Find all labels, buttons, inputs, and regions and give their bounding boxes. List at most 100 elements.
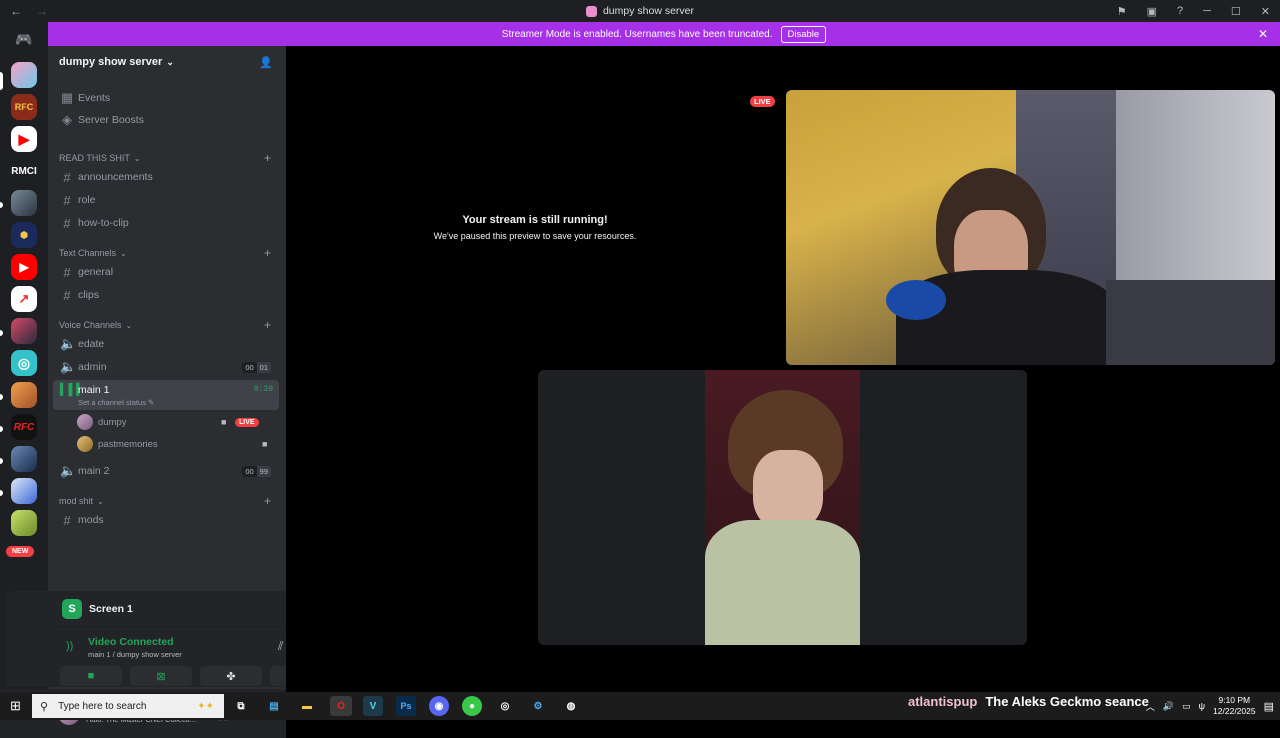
category-mod[interactable]: mod shit ⌄ +: [53, 494, 279, 508]
server-icon-1[interactable]: [11, 62, 37, 88]
flag-icon[interactable]: ⚑: [1117, 5, 1127, 18]
add-channel-icon[interactable]: +: [264, 246, 271, 260]
events-item[interactable]: ▦ Events: [53, 87, 279, 109]
channel-clips[interactable]: # clips: [53, 284, 279, 306]
app-icon-store[interactable]: ▤: [264, 696, 284, 716]
server-icon-rmci[interactable]: RMCI: [11, 158, 37, 184]
window-controls: ⚑ ▣ ? ─ ☐ ✕: [1117, 5, 1270, 18]
discord-icon[interactable]: ◉: [429, 696, 449, 716]
server-icon-green[interactable]: [11, 510, 37, 536]
channel-general[interactable]: # general: [53, 261, 279, 283]
speaker-icon: 🔈: [60, 463, 77, 478]
hash-icon: #: [63, 215, 71, 231]
server-icon-rfc[interactable]: RFC: [11, 94, 37, 120]
sparkle-icon: ✦✦: [197, 700, 214, 712]
screen-share-button[interactable]: ⊠: [130, 666, 192, 686]
window-title: dumpy show server: [0, 5, 1280, 17]
task-view-icon[interactable]: ⧉: [231, 696, 251, 716]
obs-icon[interactable]: ◎: [495, 696, 515, 716]
steam-icon[interactable]: ⚙: [528, 696, 548, 716]
server-icon-youtube-2[interactable]: ▶: [11, 254, 37, 280]
new-badge: NEW: [6, 546, 35, 557]
volume-icon[interactable]: 🔊: [1163, 701, 1174, 712]
add-person-icon[interactable]: 👤: [259, 56, 273, 69]
server-icon-youtube[interactable]: ▶: [11, 126, 37, 152]
events-label: Events: [78, 92, 111, 104]
server-header[interactable]: dumpy show server ⌄ 👤: [48, 46, 286, 78]
home-button[interactable]: 🎮: [11, 26, 37, 52]
user-limit-pill: 00 99: [242, 465, 271, 477]
unread-indicator-3: [0, 394, 3, 400]
channel-status[interactable]: Set a channel status ✎: [78, 398, 154, 407]
activities-button[interactable]: ✤: [200, 666, 262, 686]
hash-icon: #: [63, 264, 71, 280]
server-icon-chart[interactable]: ↗: [11, 286, 37, 312]
minimize-button[interactable]: ─: [1203, 5, 1211, 17]
unread-indicator: [0, 202, 3, 208]
server-icon-anime[interactable]: [11, 318, 37, 344]
clock[interactable]: 9:10 PM 12/22/2025: [1213, 695, 1256, 717]
server-icon-shoe[interactable]: [11, 478, 37, 504]
taskbar-search[interactable]: ⚲ Type here to search ✦✦: [32, 694, 224, 718]
chevron-down-icon: ⌄: [97, 496, 104, 506]
add-channel-icon[interactable]: +: [264, 318, 271, 332]
maximize-button[interactable]: ☐: [1231, 5, 1241, 18]
network-icon[interactable]: ▭: [1182, 701, 1191, 712]
unread-indicator-4: [0, 426, 3, 432]
voice-user-dumpy[interactable]: dumpy ■ LIVE: [77, 412, 259, 432]
participant-video-tile[interactable]: [538, 370, 1027, 645]
close-icon[interactable]: ✕: [1258, 27, 1268, 41]
boost-icon: ◈: [62, 112, 72, 127]
file-explorer-icon[interactable]: ▬: [297, 696, 317, 716]
opera-icon[interactable]: O: [330, 696, 352, 716]
connection-status[interactable]: Video Connected: [88, 636, 174, 648]
clock-time: 9:10 PM: [1218, 695, 1251, 705]
channel-announcements[interactable]: # announcements: [53, 166, 279, 188]
category-read[interactable]: READ THIS SHIT ⌄ +: [53, 151, 279, 165]
now-playing-ticker: atlantispup The Aleks Geckmo seance: [908, 694, 1149, 709]
server-boosts-item[interactable]: ◈ Server Boosts: [53, 109, 279, 131]
stream-video-tile[interactable]: [786, 90, 1275, 365]
channel-mods[interactable]: # mods: [53, 509, 279, 531]
category-voice[interactable]: Voice Channels ⌄ +: [53, 318, 279, 332]
channel-role[interactable]: # role: [53, 189, 279, 211]
server-icon: [585, 5, 597, 17]
channel-main-1[interactable]: ▍▌▍ main 1 0:39 Set a channel status ✎: [53, 380, 279, 410]
noise-suppression-icon[interactable]: ⫽: [278, 639, 283, 654]
category-voice-label: Voice Channels: [59, 320, 122, 330]
server-icon-lifebuoy[interactable]: ◎: [11, 350, 37, 376]
channel-admin[interactable]: 🔈 admin 00 01: [53, 356, 279, 378]
signal-icon[interactable]: )): [66, 640, 73, 652]
inbox-icon[interactable]: ▣: [1147, 5, 1157, 18]
category-text-label: Text Channels: [59, 248, 117, 258]
voice-user-pastmemories[interactable]: pastmemories ■: [77, 434, 267, 454]
server-icon-figure[interactable]: [11, 446, 37, 472]
photoshop-icon[interactable]: Ps: [396, 696, 416, 716]
channel-main-2[interactable]: 🔈 main 2 00 99: [53, 460, 279, 482]
avatar: [77, 436, 93, 452]
server-icon-character[interactable]: [11, 382, 37, 408]
close-button[interactable]: ✕: [1261, 5, 1270, 18]
vegas-icon[interactable]: V: [363, 696, 383, 716]
notification-icon[interactable]: ▤: [1264, 700, 1274, 713]
xbox-icon[interactable]: ●: [462, 696, 482, 716]
channel-edate[interactable]: 🔈 edate: [53, 333, 279, 355]
add-channel-icon[interactable]: +: [264, 494, 271, 508]
add-channel-icon[interactable]: +: [264, 151, 271, 165]
camera-icon: ■: [87, 670, 95, 682]
disable-button[interactable]: Disable: [780, 25, 827, 43]
server-icon-rfc-red[interactable]: RFC: [11, 414, 37, 440]
channel-how-to-clip[interactable]: # how-to-clip: [53, 212, 279, 234]
windows-start-icon[interactable]: ⊞: [10, 698, 21, 714]
wifi-icon[interactable]: ψ: [1199, 701, 1205, 711]
live-badge: LIVE: [235, 417, 259, 427]
unread-indicator-6: [0, 490, 3, 496]
server-icon-raccoon[interactable]: [11, 190, 37, 216]
screen-title: Screen 1: [89, 602, 133, 615]
category-text[interactable]: Text Channels ⌄ +: [53, 246, 279, 260]
camera-button[interactable]: ■: [60, 666, 122, 686]
server-icon-badge[interactable]: ⬢: [11, 222, 37, 248]
app-icon-eye[interactable]: ◍: [561, 696, 581, 716]
chevron-up-icon[interactable]: ︿: [1146, 700, 1155, 713]
help-icon[interactable]: ?: [1177, 5, 1183, 17]
